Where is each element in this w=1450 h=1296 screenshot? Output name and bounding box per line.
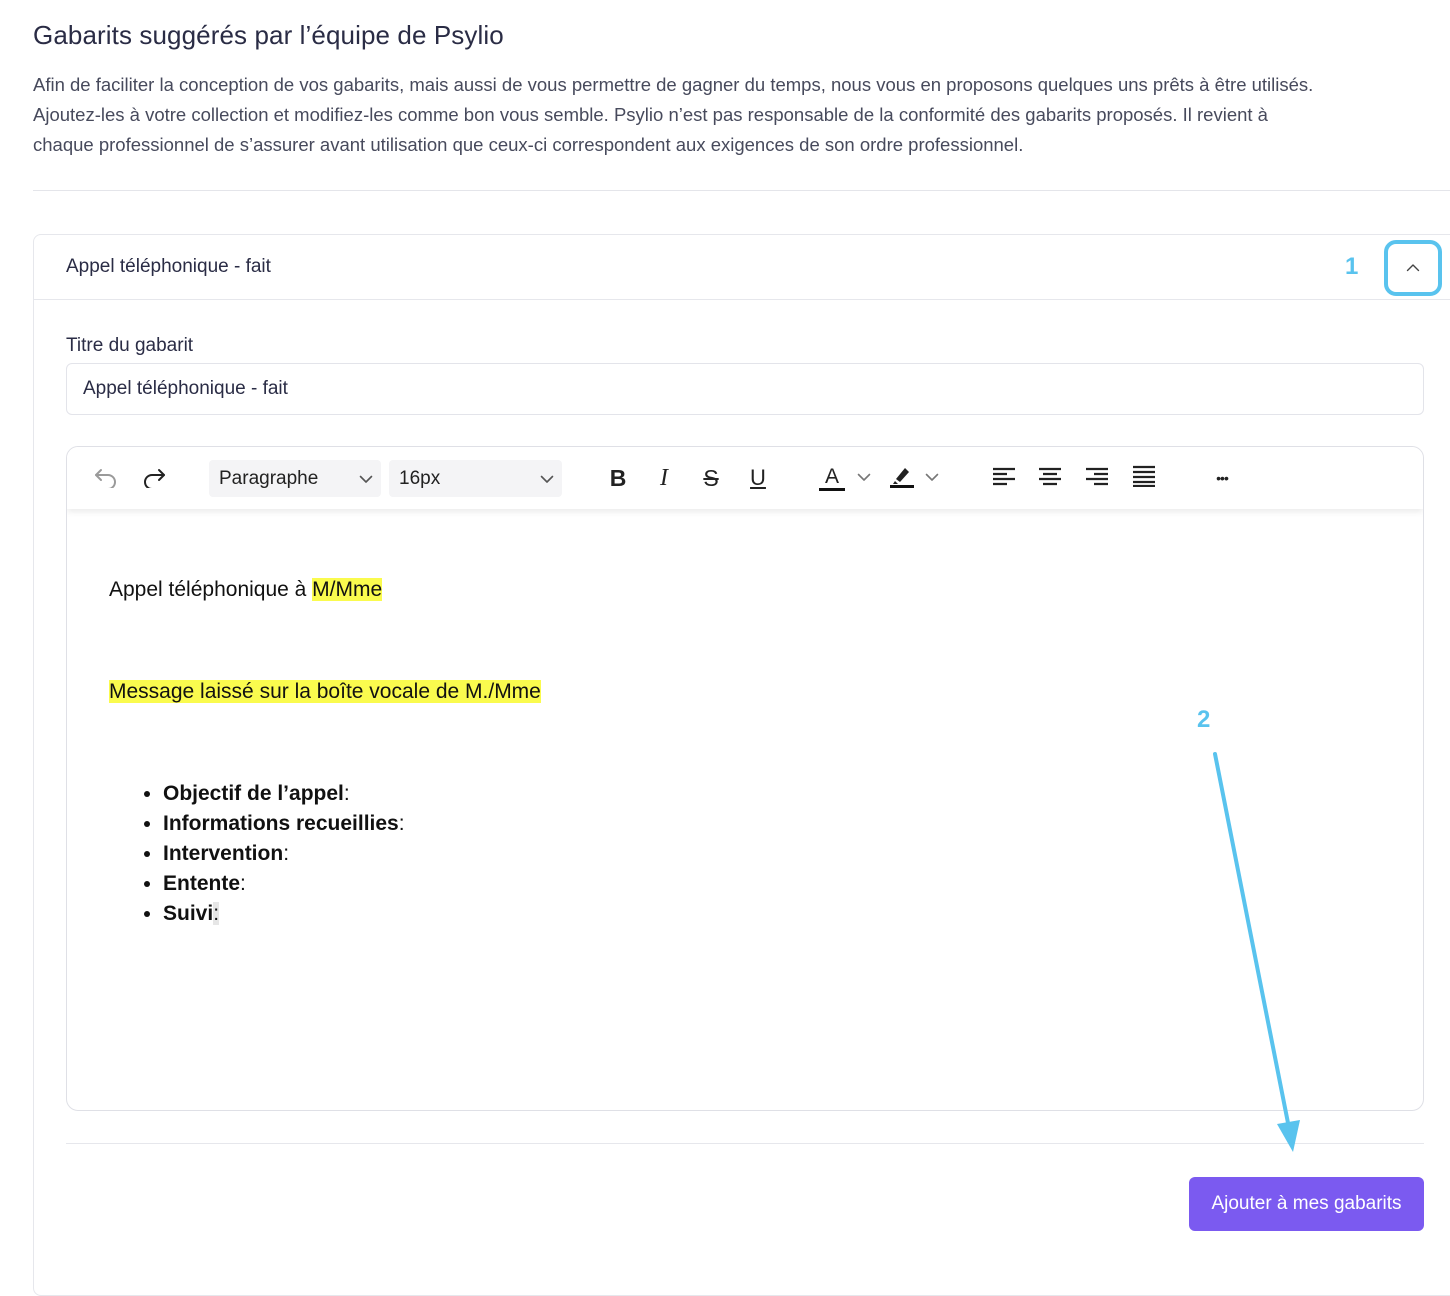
italic-icon: I xyxy=(660,464,668,491)
chevron-down-icon xyxy=(540,468,554,490)
highlight-color-button[interactable] xyxy=(889,460,949,496)
title-field-label: Titre du gabarit xyxy=(66,335,194,356)
intro-line: Afin de faciliter la conception de vos g… xyxy=(33,74,1314,95)
underline-icon: U xyxy=(750,465,766,490)
paragraph-style-value: Paragraphe xyxy=(219,467,319,489)
italic-button[interactable]: I xyxy=(649,460,679,496)
bold-button[interactable]: B xyxy=(603,460,633,496)
chevron-down-icon xyxy=(359,468,373,490)
rich-text-editor: Paragraphe 16px B I S U A ••• Appel télé… xyxy=(66,446,1424,1111)
collapse-button[interactable] xyxy=(1384,240,1442,296)
paragraph-style-select[interactable]: Paragraphe xyxy=(209,460,381,497)
text-color-icon: A xyxy=(819,465,845,491)
font-size-value: 16px xyxy=(399,467,441,489)
align-center-icon xyxy=(1038,466,1062,491)
template-card: Appel téléphonique - fait 1 Titre du gab… xyxy=(33,234,1450,1296)
chevron-down-icon xyxy=(925,469,939,487)
list-item-label: Intervention xyxy=(163,842,284,865)
align-justify-button[interactable] xyxy=(1129,460,1159,496)
list-item-label: Suivi xyxy=(163,902,214,925)
align-left-button[interactable] xyxy=(989,460,1019,496)
intro-line: chaque professionnel de s’assurer avant … xyxy=(33,134,1024,155)
template-title-input[interactable] xyxy=(66,363,1424,415)
list-item: Objectif de l’appel: xyxy=(163,779,1383,809)
undo-icon xyxy=(93,464,119,493)
more-options-button[interactable]: ••• xyxy=(1207,460,1237,496)
editor-line-2: Message laissé sur la boîte vocale de M.… xyxy=(109,677,1383,707)
footer-divider xyxy=(66,1143,1424,1144)
list-item-text: : xyxy=(240,872,246,895)
intro-text: Afin de faciliter la conception de vos g… xyxy=(33,70,1443,160)
align-right-icon xyxy=(1085,466,1109,491)
highlighted-text: M/Mme xyxy=(312,578,383,601)
text-color-button[interactable]: A xyxy=(819,460,879,496)
strikethrough-icon: S xyxy=(703,464,719,491)
list-item: Intervention: xyxy=(163,839,1383,869)
align-right-button[interactable] xyxy=(1082,460,1112,496)
bold-icon: B xyxy=(609,464,627,491)
undo-button[interactable] xyxy=(91,460,121,496)
chevron-down-icon xyxy=(857,469,871,487)
page-title: Gabarits suggérés par l’équipe de Psylio xyxy=(33,20,504,50)
list-item-label: Entente xyxy=(163,872,241,895)
list-item: Entente: xyxy=(163,869,1383,899)
section-divider xyxy=(33,190,1450,191)
template-card-title: Appel téléphonique - fait xyxy=(66,256,271,277)
chevron-up-icon xyxy=(1406,259,1420,277)
editor-bullet-list: Objectif de l’appel: Informations recuei… xyxy=(109,779,1383,929)
align-left-icon xyxy=(992,466,1016,491)
editor-content[interactable]: Appel téléphonique à M/Mme Message laiss… xyxy=(109,575,1383,929)
more-icon: ••• xyxy=(1216,470,1229,486)
list-item: Informations recueillies: xyxy=(163,809,1383,839)
font-size-select[interactable]: 16px xyxy=(389,460,562,497)
redo-icon xyxy=(141,464,167,493)
align-justify-icon xyxy=(1132,465,1156,492)
highlighted-text: Message laissé sur la boîte vocale de M.… xyxy=(109,680,541,703)
template-card-header[interactable]: Appel téléphonique - fait 1 xyxy=(34,235,1450,300)
add-to-my-templates-button[interactable]: Ajouter à mes gabarits xyxy=(1189,1177,1424,1231)
list-item: Suivi: xyxy=(163,899,1383,929)
strikethrough-button[interactable]: S xyxy=(696,460,726,496)
list-item-text: : xyxy=(213,902,220,925)
intro-line: Ajoutez-les à votre collection et modifi… xyxy=(33,104,1268,125)
list-item-label: Informations recueillies xyxy=(163,812,399,835)
editor-text: Appel téléphonique à xyxy=(109,578,313,601)
list-item-label: Objectif de l’appel xyxy=(163,782,344,805)
annotation-marker-2: 2 xyxy=(1197,706,1211,733)
editor-toolbar: Paragraphe 16px B I S U A ••• xyxy=(67,447,1423,509)
list-item-text: : xyxy=(343,782,350,805)
underline-button[interactable]: U xyxy=(743,460,773,496)
list-item-text: : xyxy=(283,842,290,865)
annotation-marker-1: 1 xyxy=(1345,253,1359,280)
editor-line-1: Appel téléphonique à M/Mme xyxy=(109,575,1383,605)
redo-button[interactable] xyxy=(139,460,169,496)
highlighter-icon xyxy=(889,463,915,494)
list-item-text: : xyxy=(398,812,405,835)
align-center-button[interactable] xyxy=(1035,460,1065,496)
